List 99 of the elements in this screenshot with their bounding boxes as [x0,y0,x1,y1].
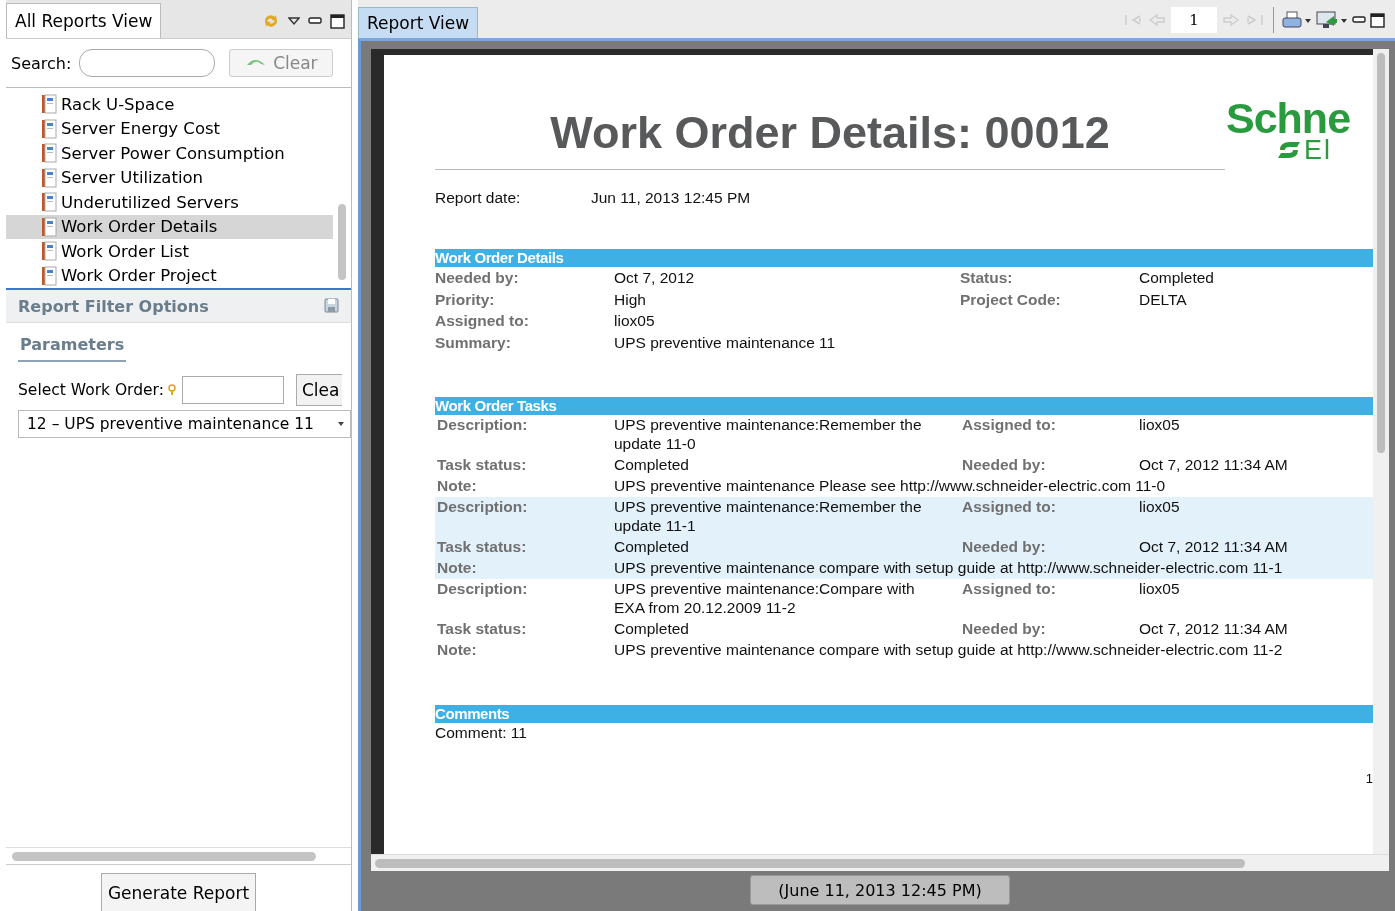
report-document-icon [41,216,57,237]
field-label: Task status: [436,619,528,638]
bulb-icon [167,384,176,396]
report-item[interactable]: Server Energy Cost [6,116,333,141]
field-label: Summary: [435,332,512,353]
view-tab[interactable]: Report View [358,7,479,38]
first-page-icon[interactable] [1123,13,1143,27]
report-document-icon [41,143,57,164]
field-label: Needed by: [961,619,1047,638]
comment-text: Comment: 11 [435,723,528,743]
view-tab[interactable]: All Reports View [6,3,162,38]
field-label: Needed by: [961,537,1047,556]
field-value: liox05 [1139,579,1181,599]
field-label: Needed by: [961,455,1047,474]
parameters-tab[interactable]: Parameters [18,329,127,362]
maximize-icon[interactable] [330,13,345,29]
field-value: liox05 [614,311,656,331]
report-document-icon [41,118,57,139]
view-menu-icon[interactable] [288,16,300,26]
report-item[interactable]: Server Power Consumption [6,141,333,166]
printer-icon[interactable] [1282,10,1312,30]
report-document-icon [41,192,57,213]
field-value: Completed [1139,268,1215,288]
field-label: Assigned to: [961,415,1057,435]
search-label: Search: [11,53,72,73]
report-item[interactable]: Server Utilization [6,165,333,190]
work-order-field[interactable] [181,376,284,404]
panel-title: Report Filter Options [18,296,209,316]
field-value: liox05 [1139,415,1181,435]
field-label: Note: [436,558,478,577]
field-label: Assigned to: [961,497,1057,517]
field-label: Assigned to: [961,579,1057,599]
scrollbar-thumb[interactable] [1377,53,1385,453]
work-order-label: Select Work Order: [18,381,164,399]
page-number-field[interactable]: 1 [1171,7,1217,33]
field-label: Needed by: [435,268,520,288]
report-item[interactable]: Rack U-Space [6,92,333,117]
report-item[interactable]: Work Order Project [6,263,333,288]
save-icon[interactable] [323,297,341,315]
field-value: UPS preventive maintenance:Remember the update 11-1 [614,497,923,535]
field-label: Status: [960,268,1014,288]
field-value: Completed [614,619,690,638]
scrollbar-thumb[interactable] [338,204,346,280]
report-document-icon [41,241,57,262]
sync-icon[interactable] [262,12,280,30]
field-label: Task status: [436,537,528,556]
field-label: Description: [436,497,529,517]
page-number: 1 [1365,771,1373,786]
generate-report-button[interactable]: Generate Report [100,873,257,911]
field-label: Priority: [435,289,496,310]
report-item[interactable]: Work Order List [6,239,333,264]
field-value: Oct 7, 2012 [614,268,696,288]
search-field[interactable] [79,49,216,77]
field-value: UPS preventive maintenance compare with setup guide at http://www.schneider-electric.com 11-1 [614,558,1284,577]
report-title: Work Order Details: 00012 [435,107,1225,170]
section-header: Work Order Details [435,249,1373,267]
field-value: Oct 7, 2012 11:34 AM [1139,455,1289,474]
report-document-icon [41,167,57,188]
section-header: Comments [435,705,1373,723]
previous-page-icon[interactable] [1147,13,1167,27]
last-page-icon[interactable] [1245,13,1265,27]
maximize-icon[interactable] [1370,12,1385,28]
report-document-icon [41,94,57,115]
monitor-icon[interactable] [1316,10,1348,30]
field-value: UPS preventive maintenance:Compare with EXA from 20.12.2009 11-2 [614,579,916,617]
field-label: Description: [436,415,529,435]
minimize-icon[interactable] [1352,16,1366,24]
field-label: Project Code: [960,289,1062,310]
field-value: High [614,289,647,310]
work-order-dropdown[interactable]: 12 – UPS preventive maintenance 11 [18,410,351,438]
company-logo: Schne El [1226,99,1351,162]
field-value: UPS preventive maintenance Please see http://www.schneider-electric.com 11-0 [614,476,1167,495]
report-item[interactable]: Underutilized Servers [6,190,333,215]
field-value: UPS preventive maintenance 11 [614,332,837,353]
field-value: Completed [614,537,690,556]
scrollbar-thumb[interactable] [12,851,316,861]
field-value: UPS preventive maintenance compare with setup guide at http://www.schneider-electric.com 11-2 [614,640,1284,659]
section-header: Work Order Tasks [435,397,1373,415]
field-label: Assigned to: [435,311,530,331]
field-value: liox05 [1139,497,1181,517]
field-value: Oct 7, 2012 11:34 AM [1139,619,1289,638]
status-label: (June 11, 2013 12:45 PM) [750,875,1010,905]
field-value: Completed [614,455,690,474]
field-label: Description: [436,579,529,599]
dropdown-arrow-icon [336,420,346,428]
next-page-icon[interactable] [1221,13,1241,27]
report-date: Jun 11, 2013 12:45 PM [591,189,751,207]
report-item[interactable]: Work Order Details [6,214,333,239]
field-label: Task status: [436,455,528,474]
report-document-icon [41,265,57,286]
field-label: Note: [436,476,478,495]
field-value: Oct 7, 2012 11:34 AM [1139,537,1289,556]
minimize-icon[interactable] [308,17,322,25]
clear-button[interactable]: Clea [295,374,342,406]
field-value: DELTA [1139,289,1188,310]
scrollbar-thumb[interactable] [375,858,1245,868]
field-value: UPS preventive maintenance:Remember the update 11-0 [614,415,923,453]
report-date-label: Report date: [435,189,522,207]
field-label: Note: [436,640,478,659]
